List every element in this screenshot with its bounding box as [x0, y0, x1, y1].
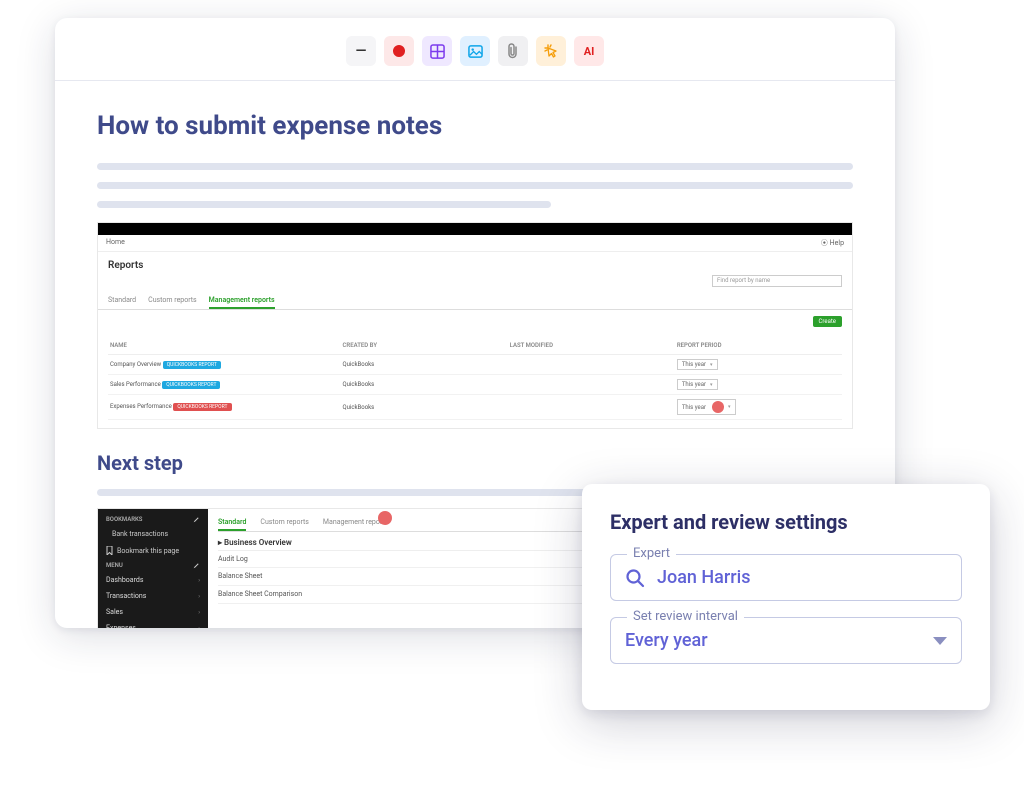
row-name: Company Overview	[110, 361, 161, 368]
table-row[interactable]: Expenses Performance QUICKBOOKS REPORT Q…	[108, 395, 842, 420]
sidebar-item-dashboards[interactable]: Dashboards›	[98, 572, 208, 588]
help-link: ⦿ Help	[821, 238, 844, 248]
embedded-screenshot-reports: Home ⦿ Help Reports Find report by name …	[97, 222, 853, 429]
table-row[interactable]: Company Overview QUICKBOOKS REPORT Quick…	[108, 355, 842, 375]
report-tabs: Standard Custom reports Management repor…	[98, 293, 852, 310]
interval-field-label: Set review interval	[627, 609, 744, 624]
ai-label: AI	[584, 45, 595, 58]
settings-title: Expert and review settings	[610, 510, 962, 534]
reports-heading: Reports	[98, 252, 852, 275]
review-interval-field[interactable]: Set review interval Every year	[610, 617, 962, 664]
row-name: Sales Performance	[110, 381, 161, 388]
interaction-tool-button[interactable]	[536, 36, 566, 66]
text-placeholder-line	[97, 163, 853, 170]
menu-header: MENU	[98, 559, 208, 572]
record-tool-button[interactable]	[384, 36, 414, 66]
sidebar-item-sales[interactable]: Sales›	[98, 604, 208, 620]
row-created: QuickBooks	[340, 359, 507, 370]
page-title: How to submit expense notes	[97, 111, 853, 141]
grid-icon	[430, 44, 445, 59]
search-icon	[625, 568, 645, 588]
col-created: CREATED BY	[340, 340, 507, 351]
reports-table: NAME CREATED BY LAST MODIFIED REPORT PER…	[108, 337, 842, 420]
image-tool-button[interactable]	[460, 36, 490, 66]
create-button[interactable]: Create	[813, 316, 842, 327]
col-name: NAME	[108, 340, 340, 351]
tab-standard[interactable]: Standard	[218, 515, 246, 531]
report-badge: QUICKBOOKS REPORT	[173, 403, 231, 411]
table-header: NAME CREATED BY LAST MODIFIED REPORT PER…	[108, 337, 842, 355]
sidebar-item-bank[interactable]: Bank transactions	[98, 526, 208, 542]
period-select[interactable]: This year▾	[677, 359, 718, 370]
click-icon	[543, 43, 559, 59]
text-placeholder-line	[97, 182, 853, 189]
editor-toolbar: — AI	[55, 36, 895, 81]
bookmark-icon	[106, 546, 113, 555]
interval-value: Every year	[625, 630, 921, 651]
next-step-heading: Next step	[97, 451, 853, 475]
table-tool-button[interactable]	[422, 36, 452, 66]
divider-tool-button[interactable]: —	[346, 36, 376, 66]
tab-management[interactable]: Management reports	[209, 293, 275, 309]
app-topbar: Home ⦿ Help	[98, 235, 852, 252]
row-created: QuickBooks	[340, 402, 507, 413]
text-placeholder-line	[97, 201, 551, 208]
bookmark-page-button[interactable]: Bookmark this page	[98, 542, 208, 559]
col-period: REPORT PERIOD	[675, 340, 842, 351]
report-badge: QUICKBOOKS REPORT	[163, 361, 221, 369]
click-indicator-icon	[378, 511, 392, 525]
chevron-down-icon	[933, 637, 947, 645]
ai-tool-button[interactable]: AI	[574, 36, 604, 66]
period-select[interactable]: This year▾	[677, 379, 718, 390]
row-created: QuickBooks	[340, 379, 507, 390]
home-breadcrumb: Home	[106, 238, 125, 248]
expert-field[interactable]: Expert Joan Harris	[610, 554, 962, 601]
expert-review-settings-panel: Expert and review settings Expert Joan H…	[582, 484, 990, 710]
period-select[interactable]: This year▾	[677, 399, 736, 415]
paperclip-icon	[506, 43, 520, 59]
app-sidebar: BOOKMARKS Bank transactions Bookmark thi…	[98, 509, 208, 628]
click-indicator-icon	[712, 401, 724, 413]
bookmarks-header: BOOKMARKS	[98, 513, 208, 526]
col-modified: LAST MODIFIED	[508, 340, 675, 351]
sidebar-item-expenses[interactable]: Expenses›	[98, 620, 208, 628]
pencil-icon[interactable]	[193, 516, 200, 523]
expert-field-label: Expert	[627, 546, 676, 561]
pencil-icon[interactable]	[193, 562, 200, 569]
browser-chrome-bar	[98, 223, 852, 235]
report-search-input[interactable]: Find report by name	[712, 275, 842, 287]
tab-standard[interactable]: Standard	[108, 293, 136, 309]
sidebar-item-transactions[interactable]: Transactions›	[98, 588, 208, 604]
table-row[interactable]: Sales Performance QUICKBOOKS REPORT Quic…	[108, 375, 842, 395]
record-icon	[393, 45, 405, 57]
search-row: Find report by name	[98, 275, 852, 293]
tab-custom[interactable]: Custom reports	[148, 293, 197, 309]
tab-custom[interactable]: Custom reports	[260, 515, 309, 531]
attachment-tool-button[interactable]	[498, 36, 528, 66]
row-name: Expenses Performance	[110, 403, 172, 410]
report-badge: QUICKBOOKS REPORT	[162, 381, 220, 389]
image-icon	[468, 44, 483, 59]
expert-value: Joan Harris	[657, 567, 947, 588]
